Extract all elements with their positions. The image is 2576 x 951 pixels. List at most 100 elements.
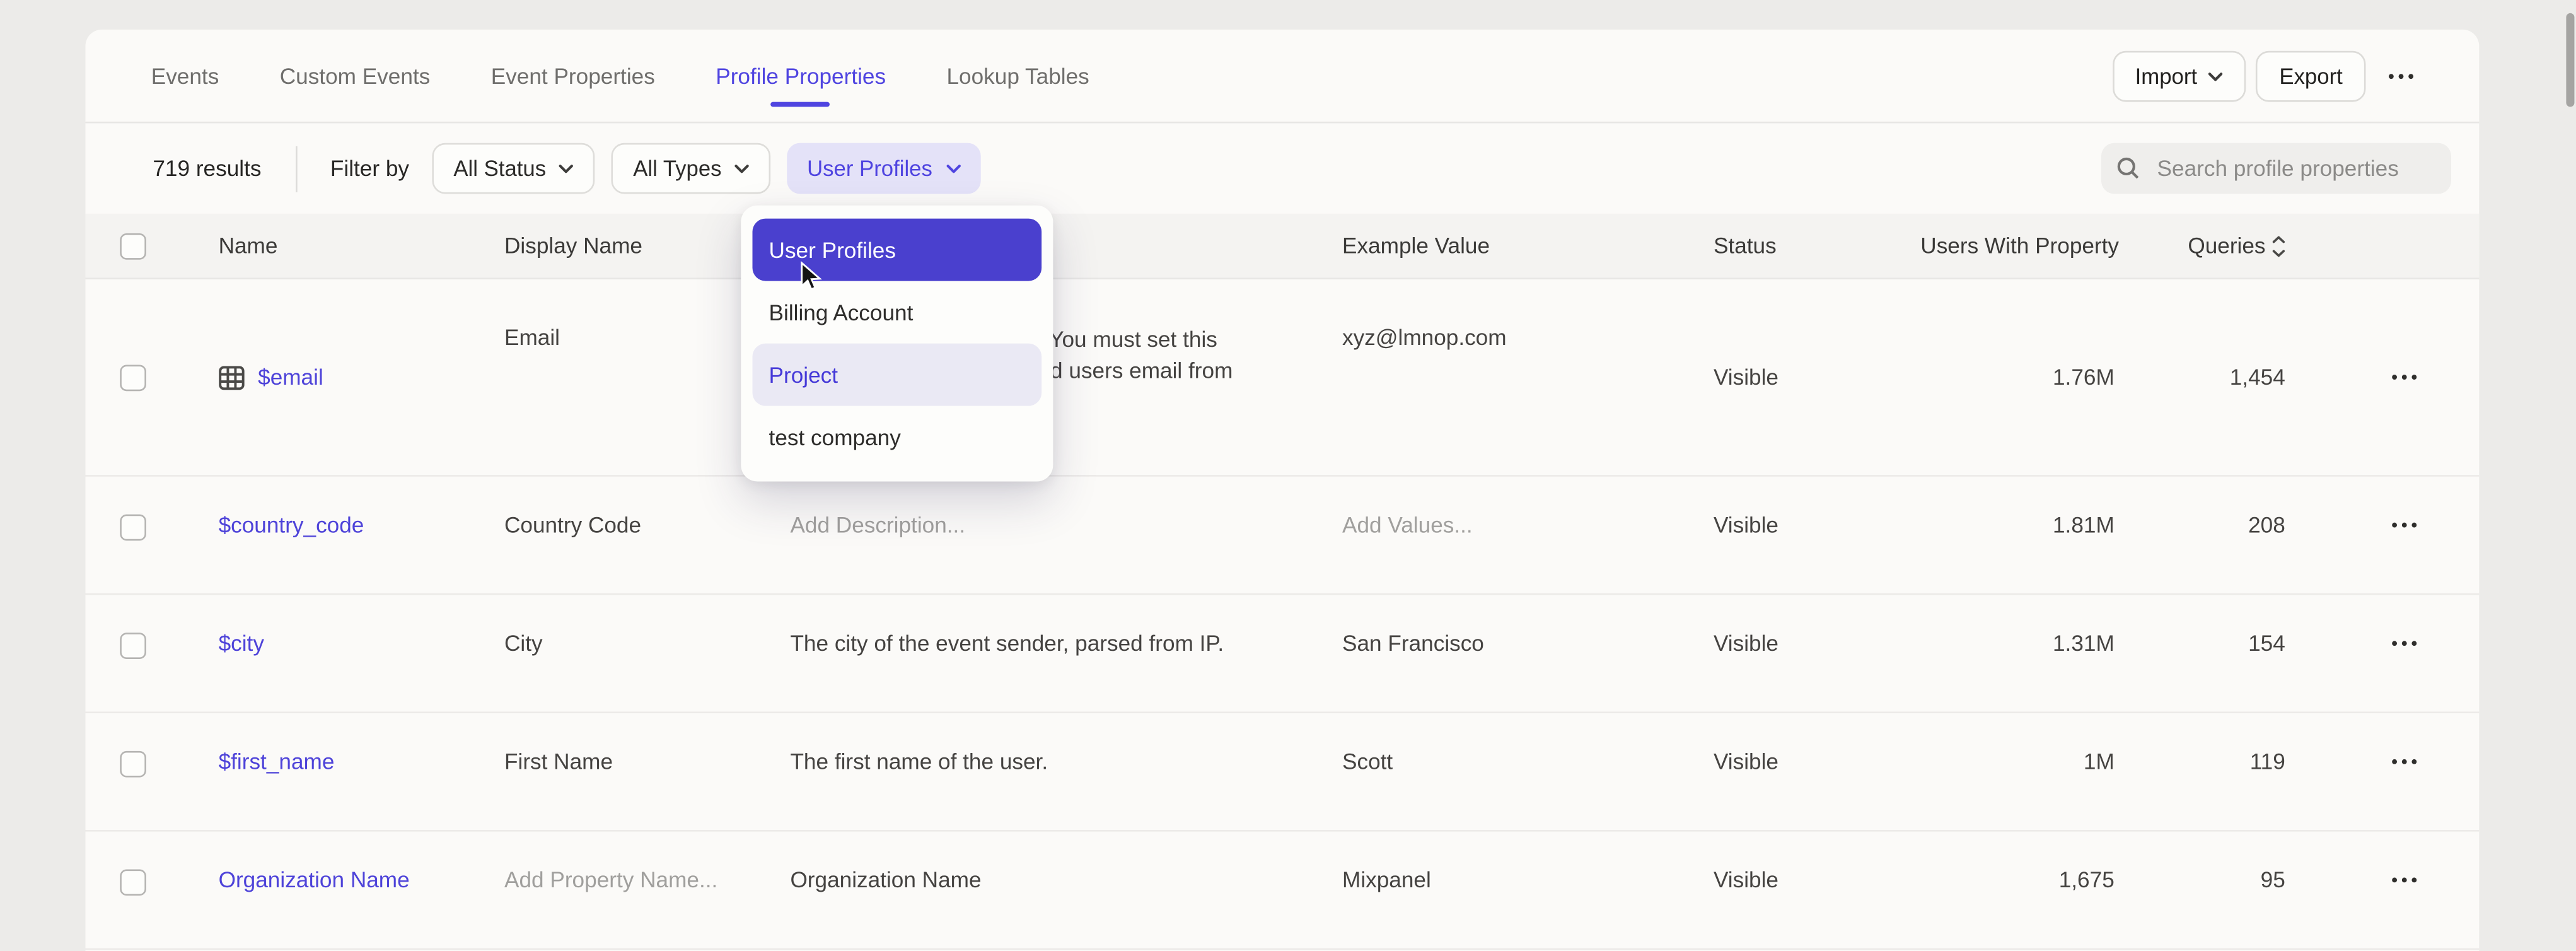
property-name-cell: $country_code	[219, 477, 504, 537]
table-row: Organization Name Add Property Name... O…	[86, 832, 2480, 950]
example-value-cell[interactable]: Scott	[1342, 713, 1714, 774]
queries-cell: 95	[2115, 832, 2285, 892]
dropdown-item-test-company[interactable]: test company	[753, 406, 1042, 469]
users-with-property-cell: 1.81M	[1920, 477, 2114, 537]
row-checkbox[interactable]	[120, 515, 146, 541]
status-cell: Visible	[1714, 832, 1920, 892]
row-checkbox[interactable]	[120, 633, 146, 659]
search-box[interactable]	[2101, 143, 2451, 194]
table-header: Name Display Name Description Example Va…	[86, 214, 2480, 279]
status-filter-button[interactable]: All Status	[432, 143, 596, 194]
search-icon	[2116, 156, 2140, 181]
results-count: 719 results	[153, 156, 261, 181]
column-header-name: Name	[219, 233, 504, 258]
queries-cell: 1,454	[2115, 365, 2285, 390]
property-name-link[interactable]: $email	[258, 365, 323, 390]
tab-event-properties[interactable]: Event Properties	[491, 30, 655, 122]
chevron-down-icon	[946, 163, 960, 173]
status-cell: Visible	[1714, 365, 1920, 390]
import-label: Import	[2135, 64, 2197, 89]
profile-properties-panel: Events Custom Events Event Properties Pr…	[86, 30, 2480, 951]
type-filter-button[interactable]: All Types	[612, 143, 770, 194]
app-viewport: Events Custom Events Event Properties Pr…	[0, 0, 2576, 951]
filter-bar: 719 results Filter by All Status All Typ…	[86, 123, 2480, 213]
column-header-users-with-property: Users With Property	[1920, 233, 2114, 258]
description-cell[interactable]: The first name of the user.	[790, 713, 1342, 774]
table-row: $country_code Country Code Add Descripti…	[86, 477, 2480, 595]
users-with-property-cell: 1.31M	[1920, 595, 2114, 655]
row-actions-cell	[2285, 595, 2479, 646]
divider	[296, 146, 298, 192]
entity-filter-label: User Profiles	[807, 156, 932, 181]
dropdown-item-billing-account[interactable]: Billing Account	[753, 281, 1042, 344]
tab-custom-events[interactable]: Custom Events	[280, 30, 431, 122]
column-header-queries[interactable]: Queries	[2115, 233, 2285, 258]
chevron-down-icon	[559, 163, 574, 173]
row-actions-cell	[2285, 477, 2479, 528]
row-more-icon[interactable]	[2392, 375, 2416, 380]
property-name-link[interactable]: Organization Name	[219, 868, 410, 892]
table-row: $city City The city of the event sender,…	[86, 595, 2480, 713]
chevron-down-icon	[734, 163, 749, 173]
row-checkbox[interactable]	[120, 751, 146, 778]
sort-icon[interactable]	[2272, 234, 2285, 257]
queries-cell: 208	[2115, 477, 2285, 537]
column-header-status: Status	[1714, 233, 1920, 258]
dropdown-item-project[interactable]: Project	[753, 344, 1042, 406]
tab-profile-properties[interactable]: Profile Properties	[716, 30, 886, 122]
property-name-link[interactable]: $city	[219, 631, 264, 656]
property-name-cell: $city	[219, 595, 504, 655]
tab-lookup-tables[interactable]: Lookup Tables	[946, 30, 1089, 122]
property-name-cell: $email	[219, 364, 504, 390]
status-filter-label: All Status	[453, 156, 546, 181]
table-grid-icon	[219, 364, 245, 390]
display-name-cell[interactable]: Country Code	[504, 477, 790, 537]
vertical-scrollbar-thumb[interactable]	[2565, 13, 2574, 107]
display-name-cell[interactable]: City	[504, 595, 790, 655]
users-with-property-cell: 1,675	[1920, 832, 2114, 892]
row-checkbox[interactable]	[120, 364, 146, 390]
queries-cell: 119	[2115, 713, 2285, 774]
search-input[interactable]	[2154, 155, 2436, 182]
row-actions-cell	[2285, 375, 2479, 380]
status-cell: Visible	[1714, 595, 1920, 655]
mouse-cursor-icon	[800, 261, 823, 297]
type-filter-label: All Types	[633, 156, 721, 181]
status-cell: Visible	[1714, 713, 1920, 774]
description-cell[interactable]: Add Description...	[790, 477, 1342, 537]
example-value-cell[interactable]: Mixpanel	[1342, 832, 1714, 892]
row-actions-cell	[2285, 713, 2479, 765]
queries-label: Queries	[2188, 233, 2265, 258]
chevron-down-icon	[2208, 71, 2223, 81]
export-button[interactable]: Export	[2256, 51, 2365, 102]
row-more-icon[interactable]	[2392, 878, 2416, 884]
property-name-link[interactable]: $first_name	[219, 749, 335, 774]
description-cell[interactable]: The city of the event sender, parsed fro…	[790, 595, 1342, 655]
row-more-icon[interactable]	[2392, 523, 2416, 528]
description-cell[interactable]: Organization Name	[790, 832, 1342, 892]
row-more-icon[interactable]	[2392, 759, 2416, 765]
row-checkbox[interactable]	[120, 870, 146, 896]
status-cell: Visible	[1714, 477, 1920, 537]
example-value-cell[interactable]: San Francisco	[1342, 595, 1714, 655]
example-value-cell[interactable]: xyz@lmnop.com	[1342, 279, 1714, 350]
entity-dropdown-menu: User Profiles Billing Account Project te…	[741, 206, 1053, 482]
display-name-cell[interactable]: Add Property Name...	[504, 832, 790, 892]
dropdown-item-user-profiles[interactable]: User Profiles	[753, 219, 1042, 281]
property-name-cell: $first_name	[219, 713, 504, 774]
row-actions-cell	[2285, 832, 2479, 884]
users-with-property-cell: 1M	[1920, 713, 2114, 774]
table-row: $email Email The user's email address. Y…	[86, 279, 2480, 477]
display-name-cell[interactable]: First Name	[504, 713, 790, 774]
property-name-link[interactable]: $country_code	[219, 513, 364, 537]
column-header-example-value: Example Value	[1342, 233, 1714, 258]
more-options-icon[interactable]	[2386, 67, 2417, 85]
example-value-cell[interactable]: Add Values...	[1342, 477, 1714, 537]
tab-events[interactable]: Events	[151, 30, 219, 122]
import-button[interactable]: Import	[2112, 51, 2246, 102]
select-all-checkbox[interactable]	[120, 233, 146, 259]
entity-filter-button[interactable]: User Profiles	[787, 143, 980, 194]
table-row: $first_name First Name The first name of…	[86, 713, 2480, 832]
property-name-cell: Organization Name	[219, 832, 504, 892]
row-more-icon[interactable]	[2392, 641, 2416, 646]
